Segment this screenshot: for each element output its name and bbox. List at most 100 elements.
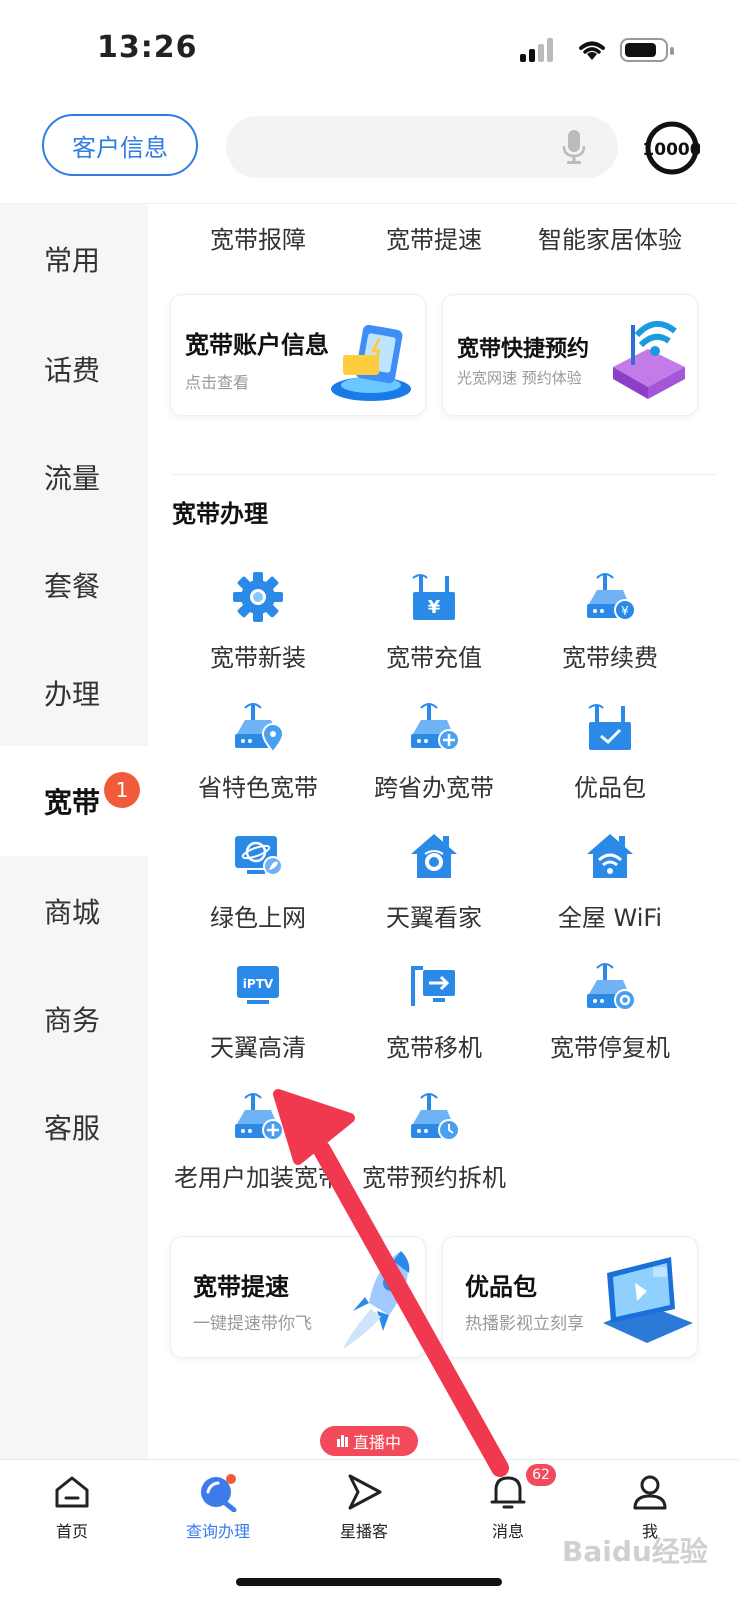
- svg-text:10000: 10000: [644, 140, 700, 160]
- grid-item-recharge[interactable]: ¥ 宽带充值: [344, 570, 524, 690]
- shortcut-broadband-repair[interactable]: 宽带报障: [168, 220, 348, 255]
- tab-query[interactable]: 查询办理: [158, 1472, 278, 1552]
- sidebar-item-label: 话费: [44, 354, 101, 387]
- router-clock-icon: [411, 1093, 460, 1141]
- sidebar-item-label: 流量: [44, 462, 101, 495]
- cellular-signal-icon: [520, 38, 560, 62]
- grid-item-label: 天翼高清: [210, 1034, 306, 1062]
- grid-item-label: 省特色宽带: [198, 774, 318, 802]
- grid-item-premium-package[interactable]: 优品包: [520, 700, 700, 820]
- status-bar: 13:26: [0, 0, 738, 100]
- sidebar-item-label: 宽带: [44, 786, 101, 819]
- sidebar-item-mall[interactable]: 商城: [0, 856, 148, 966]
- search-input[interactable]: [226, 116, 618, 178]
- category-sidebar: 常用 话费 流量 套餐 办理 宽带 1 商城 商务 客服: [0, 204, 148, 1459]
- card-subtitle: 光宽网速 预约体验: [457, 369, 582, 387]
- message-count-badge: 62: [526, 1464, 556, 1486]
- router-plus-icon: [411, 703, 460, 751]
- sidebar-item-services[interactable]: 办理: [0, 638, 148, 748]
- grid-item-tianyi-hd[interactable]: iPTV 天翼高清: [168, 960, 348, 1080]
- grid-item-move-broadband[interactable]: 宽带移机: [344, 960, 524, 1080]
- grid-item-provincial-broadband[interactable]: 省特色宽带: [168, 700, 348, 820]
- broadband-appointment-card[interactable]: 宽带快捷预约 光宽网速 预约体验: [442, 294, 698, 416]
- live-badge-label: 直播中: [352, 1433, 401, 1452]
- card-subtitle: 热播影视立刻享: [465, 1314, 584, 1334]
- notification-badge: 1: [104, 772, 140, 808]
- section-divider: [172, 474, 716, 475]
- battery-icon: [620, 38, 674, 62]
- grid-item-green-internet[interactable]: 绿色上网: [168, 830, 348, 950]
- grid-item-whole-home-wifi[interactable]: 全屋 WiFi: [520, 830, 700, 950]
- grid-item-label: 全屋 WiFi: [557, 904, 663, 932]
- wifi-icon: [579, 41, 605, 60]
- router-add-icon: [235, 1093, 284, 1141]
- sidebar-item-common[interactable]: 常用: [0, 204, 148, 314]
- grid-item-label: 宽带充值: [386, 644, 482, 672]
- customer-info-button[interactable]: 客户信息: [42, 114, 198, 176]
- svg-text:¥: ¥: [621, 604, 629, 618]
- search-icon: [201, 1474, 237, 1512]
- top-shortcut-row: 宽带报障 宽带提速 智能家居体验: [148, 220, 738, 260]
- router-check-icon: [588, 704, 631, 750]
- shortcut-smart-home[interactable]: 智能家居体验: [520, 220, 700, 255]
- card-title: 宽带快捷预约: [457, 337, 590, 362]
- grid-item-cross-province[interactable]: 跨省办宽带: [344, 700, 524, 820]
- main-content: 宽带报障 宽带提速 智能家居体验 宽带账户信息 点击查看 宽带快捷预约 光宽网速…: [148, 204, 738, 1459]
- shortcut-broadband-speedup[interactable]: 宽带提速: [344, 220, 524, 255]
- microphone-icon[interactable]: [562, 130, 586, 164]
- tv-illustration-icon: [603, 1257, 693, 1343]
- sidebar-item-label: 商务: [44, 1004, 101, 1037]
- grid-item-suspend-resume[interactable]: 宽带停复机: [520, 960, 700, 1080]
- grid-item-label: 宽带续费: [562, 644, 658, 672]
- account-illustration-icon: [331, 324, 411, 401]
- tab-home[interactable]: 首页: [12, 1472, 132, 1552]
- grid-item-label: 跨省办宽带: [374, 774, 494, 802]
- home-camera-icon: [411, 834, 457, 878]
- grid-item-new-broadband[interactable]: 宽带新装: [168, 570, 348, 690]
- sidebar-item-label: 办理: [44, 678, 101, 711]
- grid-item-label: 天翼看家: [386, 904, 482, 932]
- watermark: Baidu经验: [562, 1535, 708, 1568]
- iptv-icon: iPTV: [237, 966, 279, 1004]
- grid-item-label: 宽带移机: [386, 1034, 482, 1062]
- tab-star-podcast[interactable]: 星播客: [304, 1472, 424, 1552]
- sidebar-item-business[interactable]: 商务: [0, 964, 148, 1074]
- sidebar-item-customer-service[interactable]: 客服: [0, 1072, 148, 1182]
- router-illustration-icon: [613, 321, 685, 399]
- sidebar-item-label: 商城: [44, 896, 101, 929]
- tab-label: 消息: [491, 1522, 524, 1541]
- sidebar-item-plans[interactable]: 套餐: [0, 530, 148, 640]
- sidebar-item-broadband[interactable]: 宽带 1: [0, 746, 148, 856]
- card-title: 优品包: [465, 1273, 537, 1301]
- grid-item-label: 宽带新装: [210, 644, 306, 672]
- grid-item-label: 绿色上网: [210, 904, 306, 932]
- grid-item-schedule-removal[interactable]: 宽带预约拆机: [344, 1090, 524, 1210]
- tab-label: 首页: [55, 1522, 88, 1541]
- grid-item-renew[interactable]: ¥ 宽带续费: [520, 570, 700, 690]
- sidebar-item-data[interactable]: 流量: [0, 422, 148, 532]
- sidebar-item-phone-bill[interactable]: 话费: [0, 314, 148, 424]
- home-indicator[interactable]: [236, 1578, 502, 1586]
- tab-label: 查询办理: [185, 1522, 250, 1541]
- grid-item-old-user-add[interactable]: 老用户加装宽带: [168, 1090, 348, 1210]
- card-subtitle: 一键提速带你飞: [193, 1314, 312, 1334]
- live-badge[interactable]: 直播中: [320, 1426, 418, 1456]
- hotline-10000-icon[interactable]: 10000: [644, 120, 700, 176]
- user-icon: [633, 1475, 667, 1510]
- sidebar-item-label: 套餐: [44, 570, 101, 603]
- svg-text:iPTV: iPTV: [243, 977, 274, 991]
- monitor-leaf-icon: [235, 836, 283, 876]
- sidebar-item-label: 常用: [44, 244, 101, 277]
- section-title: 宽带办理: [172, 500, 268, 528]
- router-yuan-icon: ¥: [412, 574, 455, 620]
- speedup-card[interactable]: 宽带提速 一键提速带你飞: [170, 1236, 426, 1358]
- header: 客户信息 10000: [0, 100, 738, 204]
- card-title: 宽带账户信息: [185, 331, 329, 359]
- play-arrow-icon: [348, 1474, 382, 1510]
- broadband-account-card[interactable]: 宽带账户信息 点击查看: [170, 294, 426, 416]
- grid-item-label: 老用户加装宽带: [174, 1164, 342, 1192]
- grid-item-home-watch[interactable]: 天翼看家: [344, 830, 524, 950]
- tab-label: 星播客: [339, 1522, 388, 1541]
- premium-package-card[interactable]: 优品包 热播影视立刻享: [442, 1236, 698, 1358]
- home-wifi-icon: [587, 834, 633, 878]
